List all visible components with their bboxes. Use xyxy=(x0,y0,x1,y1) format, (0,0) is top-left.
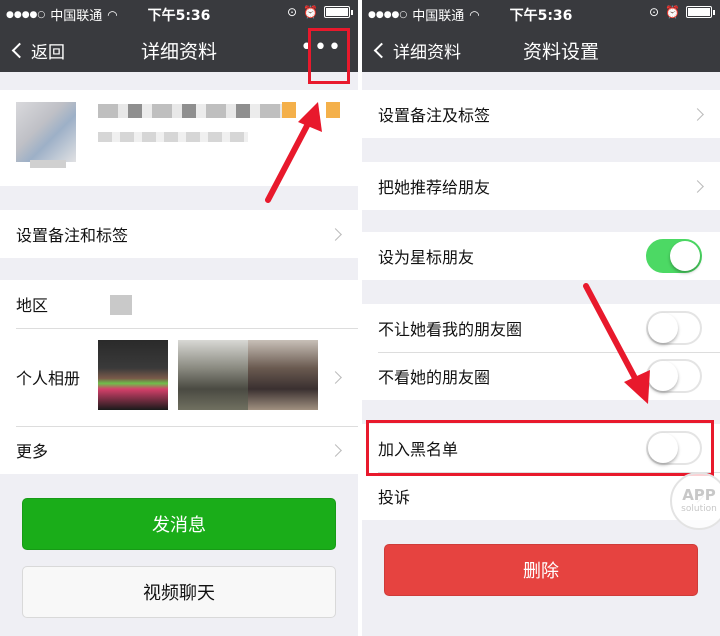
region-row: 地区 xyxy=(0,280,358,328)
more-row[interactable]: 更多 xyxy=(0,426,358,474)
moments-group: 不让她看我的朋友圈 不看她的朋友圈 xyxy=(362,304,720,400)
send-message-button[interactable]: 发消息 xyxy=(22,498,336,550)
album-photo[interactable] xyxy=(248,340,318,410)
recommend-label: 把她推荐给朋友 xyxy=(378,178,491,197)
watermark-title: APP xyxy=(682,486,716,504)
remark-tags-label: 设置备注及标签 xyxy=(378,106,491,125)
alarm-icon: ⏰ xyxy=(665,5,680,19)
watermark-subtitle: solution xyxy=(681,504,717,514)
album-photo[interactable] xyxy=(178,340,248,410)
more-label: 更多 xyxy=(16,442,49,461)
report-row[interactable]: 投诉 xyxy=(362,472,720,520)
battery-icon xyxy=(324,6,353,18)
hide-my-moments-row: 不让她看我的朋友圈 xyxy=(362,304,720,352)
annotation-arrow xyxy=(265,102,322,203)
nav-bar: 详细资料 资料设置 xyxy=(362,26,720,72)
chevron-right-icon xyxy=(691,107,704,121)
toggle-knob xyxy=(670,241,700,271)
hide-my-moments-label: 不让她看我的朋友圈 xyxy=(378,320,523,339)
report-label: 投诉 xyxy=(378,488,411,507)
remark-tags-label: 设置备注和标签 xyxy=(16,226,129,245)
left-screen: ●●●●○ 中国联通 ◠ 下午5:36 ⊙ ⏰ 返回 详细资料 ••• 设置备注… xyxy=(0,0,358,636)
rotation-lock-icon: ⊙ xyxy=(648,5,660,19)
chevron-left-icon xyxy=(373,42,390,59)
battery-icon xyxy=(686,6,715,18)
chevron-right-icon xyxy=(329,443,342,457)
chevron-right-icon xyxy=(329,370,342,384)
chevron-right-icon xyxy=(691,179,704,193)
album-photo[interactable] xyxy=(98,340,168,410)
hide-her-moments-label: 不看她的朋友圈 xyxy=(378,368,491,387)
alarm-icon: ⏰ xyxy=(303,5,318,19)
star-friend-toggle[interactable] xyxy=(646,239,702,273)
status-bar: ●●●●○ 中国联通 ◠ 下午5:36 ⊙ ⏰ xyxy=(0,0,358,26)
highlight-box xyxy=(366,420,714,476)
album-label: 个人相册 xyxy=(16,369,81,388)
watermark-logo: APP solution xyxy=(670,472,720,530)
video-call-button[interactable]: 视频聊天 xyxy=(22,566,336,618)
status-icons: ⊙ ⏰ xyxy=(286,5,353,19)
delete-button[interactable]: 删除 xyxy=(384,544,698,596)
chevron-right-icon xyxy=(329,227,342,241)
region-value-blur xyxy=(110,295,132,315)
wechat-id-blur xyxy=(98,132,248,142)
avatar-caption-blur xyxy=(30,160,66,168)
right-screen: ●●●●○ 中国联通 ◠ 下午5:36 ⊙ ⏰ 详细资料 资料设置 设置备注及标… xyxy=(362,0,720,636)
remark-tags-row[interactable]: 设置备注及标签 xyxy=(362,90,720,138)
star-friend-row: 设为星标朋友 xyxy=(362,232,720,280)
annotation-arrow xyxy=(583,283,650,404)
status-bar: ●●●●○ 中国联通 ◠ 下午5:36 ⊙ ⏰ xyxy=(362,0,720,26)
highlight-box xyxy=(308,28,350,84)
rotation-lock-icon: ⊙ xyxy=(286,5,298,19)
nav-bar: 返回 详细资料 ••• xyxy=(0,26,358,72)
region-label: 地区 xyxy=(16,296,49,315)
status-icons: ⊙ ⏰ xyxy=(648,5,715,19)
page-title: 资料设置 xyxy=(522,41,599,63)
star-friend-label: 设为星标朋友 xyxy=(378,248,475,267)
avatar xyxy=(16,102,76,162)
remark-tags-row[interactable]: 设置备注和标签 xyxy=(0,210,358,258)
recommend-row[interactable]: 把她推荐给朋友 xyxy=(362,162,720,210)
hide-her-moments-row: 不看她的朋友圈 xyxy=(362,352,720,400)
